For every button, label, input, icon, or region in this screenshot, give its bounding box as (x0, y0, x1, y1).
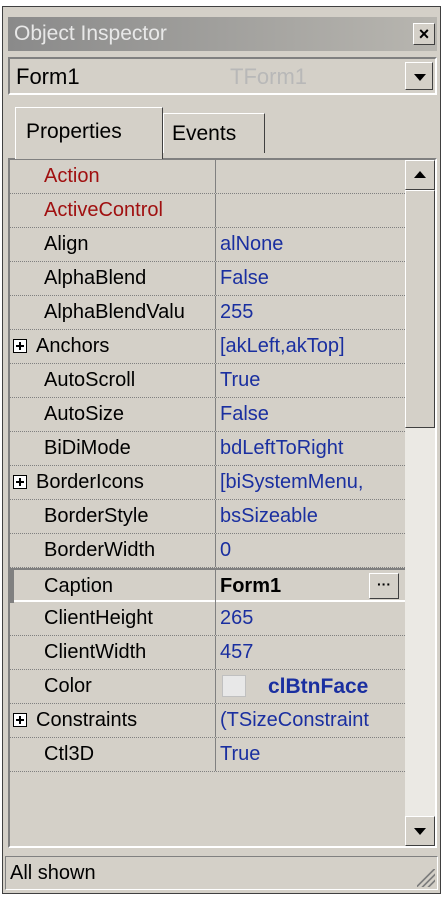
property-name: Align (10, 228, 216, 261)
property-value[interactable]: (TSizeConstraint (220, 704, 405, 737)
property-name: Action (10, 160, 216, 193)
object-name: Form1 (16, 64, 80, 89)
property-value[interactable]: 265 (220, 602, 405, 635)
property-value[interactable] (220, 194, 405, 227)
property-value[interactable]: [akLeft,akTop] (220, 330, 405, 363)
object-selector[interactable]: Form1 TForm1 (8, 57, 437, 95)
property-name: AutoScroll (10, 364, 216, 397)
property-row[interactable]: Caption Form1 ··· (10, 568, 405, 603)
property-grid: Action ActiveControl Align alNone AlphaBlend… (8, 158, 437, 848)
color-swatch (222, 675, 246, 697)
ellipsis-button[interactable]: ··· (369, 573, 399, 599)
property-name: ClientHeight (10, 602, 216, 635)
property-row[interactable]: AutoSize False (10, 398, 405, 432)
property-row[interactable]: Action (10, 160, 405, 194)
property-row[interactable]: BorderIcons [biSystemMenu, (10, 466, 405, 500)
property-row[interactable]: AlphaBlend False (10, 262, 405, 296)
property-name: AlphaBlendValu (10, 296, 216, 329)
title-bar[interactable]: Object Inspector × (8, 17, 437, 51)
object-inspector-window: Object Inspector × Form1 TForm1 Events P… (2, 6, 441, 894)
property-name: Constraints (10, 704, 216, 737)
vertical-scrollbar[interactable] (405, 160, 435, 846)
status-text: All shown (10, 862, 96, 884)
property-row[interactable]: BorderStyle bsSizeable (10, 500, 405, 534)
property-row[interactable]: Anchors [akLeft,akTop] (10, 330, 405, 364)
object-type: TForm1 (230, 64, 307, 89)
property-row[interactable]: ActiveControl (10, 194, 405, 228)
property-name: Color (10, 670, 216, 703)
scroll-down-icon[interactable] (405, 816, 435, 846)
property-value[interactable]: bsSizeable (220, 500, 405, 533)
property-value[interactable]: bdLeftToRight (220, 432, 405, 465)
window-title: Object Inspector (14, 22, 167, 45)
property-row[interactable]: ClientHeight 265 (10, 602, 405, 636)
property-value[interactable]: [biSystemMenu, (220, 466, 405, 499)
tab-properties[interactable]: Properties (15, 107, 163, 159)
property-value[interactable]: False (220, 262, 405, 295)
property-name: ClientWidth (10, 636, 216, 669)
property-row[interactable]: ClientWidth 457 (10, 636, 405, 670)
property-name: BorderWidth (10, 534, 216, 567)
property-value[interactable]: 255 (220, 296, 405, 329)
property-row[interactable]: AutoScroll True (10, 364, 405, 398)
property-name: Caption (10, 570, 216, 603)
property-value[interactable]: clBtnFace (220, 670, 405, 703)
property-name: BiDiMode (10, 432, 216, 465)
property-name: ActiveControl (10, 194, 216, 227)
tab-events[interactable]: Events (163, 113, 265, 153)
property-name: AlphaBlend (10, 262, 216, 295)
scroll-thumb[interactable] (405, 190, 435, 428)
property-value[interactable]: True (220, 738, 405, 771)
property-name: Ctl3D (10, 738, 216, 771)
size-grip-icon[interactable] (417, 869, 435, 887)
property-name: Anchors (10, 330, 216, 363)
property-value[interactable]: alNone (220, 228, 405, 261)
scroll-up-icon[interactable] (405, 160, 435, 190)
property-row[interactable]: BiDiMode bdLeftToRight (10, 432, 405, 466)
property-row[interactable]: Ctl3D True (10, 738, 405, 772)
property-value[interactable]: 457 (220, 636, 405, 669)
close-icon[interactable]: × (413, 23, 435, 45)
property-name: BorderIcons (10, 466, 216, 499)
property-value[interactable]: False (220, 398, 405, 431)
property-value[interactable]: 0 (220, 534, 405, 567)
property-name: AutoSize (10, 398, 216, 431)
property-row[interactable]: AlphaBlendValu 255 (10, 296, 405, 330)
chevron-down-icon[interactable] (405, 62, 433, 90)
property-row[interactable]: BorderWidth 0 (10, 534, 405, 568)
property-value[interactable]: True (220, 364, 405, 397)
property-row[interactable]: Color clBtnFace (10, 670, 405, 704)
property-value[interactable] (220, 160, 405, 193)
property-row[interactable]: Align alNone (10, 228, 405, 262)
status-bar: All shown (5, 856, 438, 890)
property-name: BorderStyle (10, 500, 216, 533)
property-row[interactable]: Constraints (TSizeConstraint (10, 704, 405, 738)
